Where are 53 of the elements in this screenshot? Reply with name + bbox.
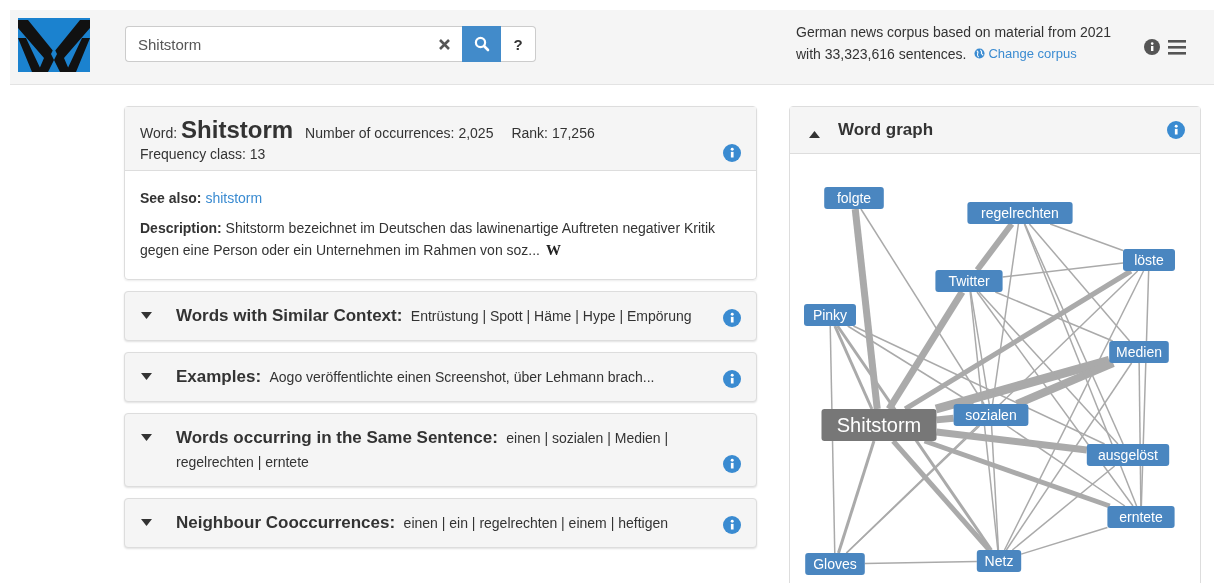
- section-heading: Words with Similar Context: Entrüstung | Spott | Häme | Hype | Empörung: [176, 305, 693, 327]
- caret-down-icon[interactable]: [141, 312, 152, 319]
- occurrence-count: Number of occurrences: 2,025: [305, 125, 494, 141]
- word-node[interactable]: Twitter: [935, 270, 1003, 292]
- rank: Rank: 17,256: [511, 125, 595, 141]
- word-node[interactable]: löste: [1123, 249, 1175, 271]
- section-heading: Neighbour Cooccurrences: einen | ein | regelrechten | einem | heftigen: [176, 512, 669, 534]
- info-icon[interactable]: [1144, 39, 1160, 55]
- word-node[interactable]: Medien: [1109, 341, 1169, 363]
- word-node[interactable]: ausgelöst: [1086, 444, 1170, 466]
- globe-icon: [974, 48, 986, 60]
- search-input[interactable]: Shitstorm: [138, 35, 439, 53]
- word-node[interactable]: Netz: [976, 550, 1022, 572]
- section-panel[interactable]: Neighbour Cooccurrences: einen | ein | regelrechten | einem | heftigen: [124, 498, 757, 548]
- info-icon[interactable]: [723, 144, 741, 162]
- help-button[interactable]: ?: [501, 26, 536, 62]
- wikipedia-icon[interactable]: W: [546, 242, 561, 258]
- center-word-node[interactable]: Shitstorm: [821, 409, 937, 441]
- section-panel[interactable]: Words with Similar Context: Entrüstung | Spott | Häme | Hype | Empörung: [124, 291, 757, 341]
- info-icon[interactable]: [723, 370, 741, 388]
- word-node[interactable]: erntete: [1107, 506, 1175, 528]
- search-icon: [473, 36, 490, 52]
- word-node[interactable]: sozialen: [953, 404, 1029, 426]
- caret-up-icon[interactable]: [809, 130, 820, 138]
- description-text: Description: Shitstorm bezeichnet im Deutschen das lawinenartige Auftreten negativer Kritik gegen eine Person oder ein Unternehmen im Rahmen von soz... W: [140, 219, 717, 260]
- word-label: Word:: [140, 125, 178, 141]
- frequency-class: Frequency class: 13: [140, 146, 266, 162]
- caret-down-icon[interactable]: [141, 519, 152, 526]
- section-panel[interactable]: Words occurring in the Same Sentence: einen | sozialen | Medien | regelrechten | erntete: [124, 413, 757, 487]
- word-title: Shitstorm: [181, 116, 294, 144]
- word-node[interactable]: Gloves: [805, 553, 865, 575]
- word-node[interactable]: folgte: [824, 187, 884, 209]
- search-field[interactable]: Shitstorm: [125, 26, 462, 62]
- section-heading: Examples: Aogo veröffentlichte einen Screenshot, über Lehmann brach...: [176, 366, 656, 388]
- info-icon[interactable]: [723, 455, 741, 473]
- see-also-link[interactable]: shitstorm: [205, 190, 263, 206]
- word-graph-title: Word graph: [838, 120, 935, 140]
- change-corpus-link[interactable]: Change corpus: [974, 42, 1077, 65]
- caret-down-icon[interactable]: [141, 373, 152, 380]
- see-also-label: See also:: [140, 190, 202, 206]
- clear-icon[interactable]: [439, 38, 450, 50]
- search-button[interactable]: [462, 26, 501, 62]
- caret-down-icon[interactable]: [141, 434, 152, 441]
- section-panel[interactable]: Examples: Aogo veröffentlichte einen Screenshot, über Lehmann brach...: [124, 352, 757, 402]
- menu-icon[interactable]: [1168, 39, 1186, 55]
- info-icon[interactable]: [1167, 121, 1185, 139]
- info-icon[interactable]: [723, 309, 741, 327]
- info-icon[interactable]: [723, 516, 741, 534]
- corpus-description: German news corpus based on material from 2021 with 33,323,616 sentences. Change corpus: [796, 22, 1113, 66]
- word-node[interactable]: regelrechten: [967, 202, 1073, 224]
- word-node[interactable]: Pinky: [804, 304, 856, 326]
- logo-icon: [18, 18, 90, 72]
- section-heading: Words occurring in the Same Sentence: einen | sozialen | Medien | regelrechten | erntete: [176, 427, 670, 472]
